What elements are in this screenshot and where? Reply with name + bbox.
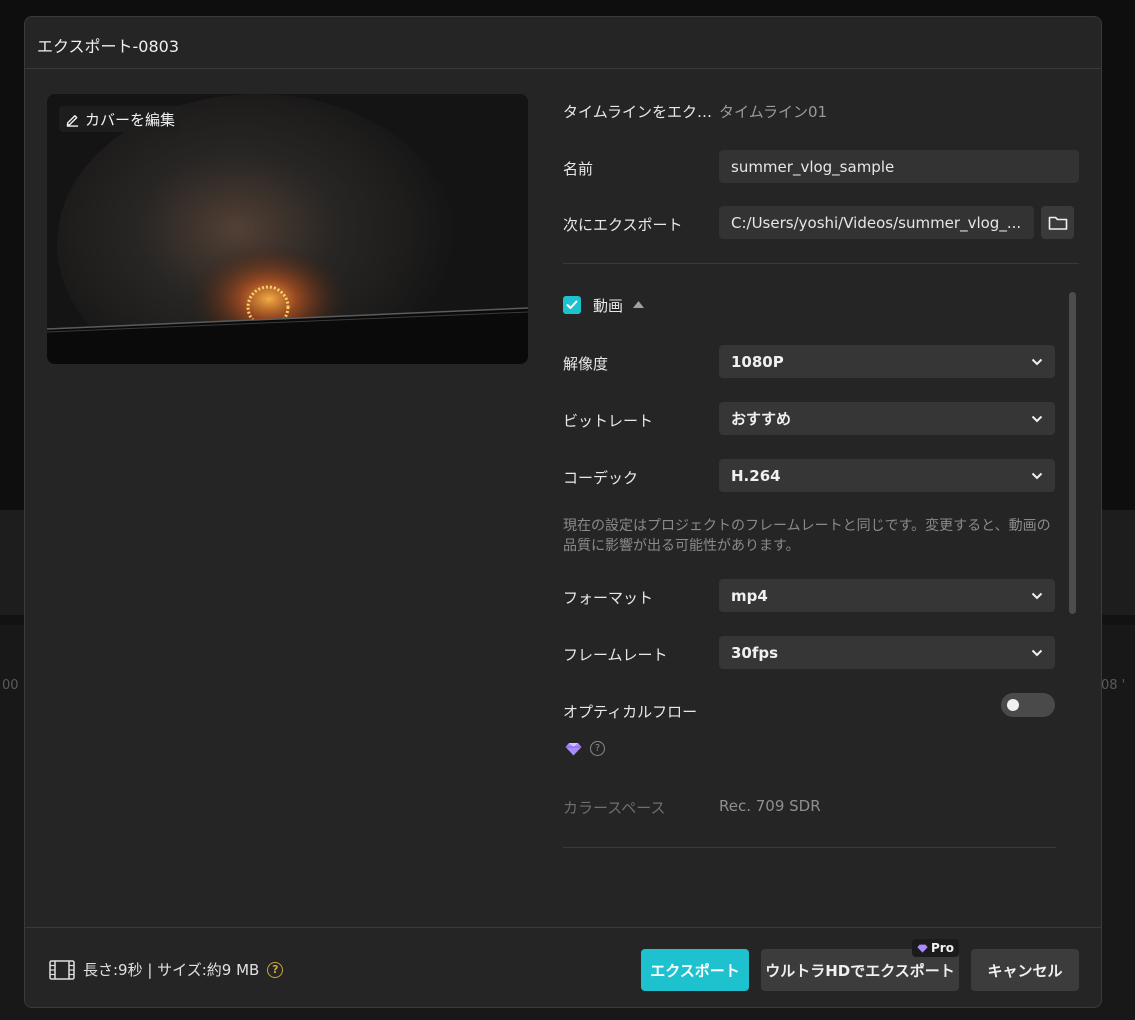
footer-divider <box>25 927 1101 928</box>
pro-label: Pro <box>931 941 954 955</box>
export-to-label: 次にエクスポート <box>563 216 683 234</box>
size-help-icon[interactable]: ? <box>267 961 284 978</box>
video-section-label: 動画 <box>593 297 624 315</box>
title-divider <box>25 68 1101 69</box>
framerate-note: 現在の設定はプロジェクトのフレームレートと同じです。変更すると、動画の品質に影響… <box>563 518 1051 554</box>
premium-diamond-icon <box>565 743 582 756</box>
browse-folder-button[interactable] <box>1041 206 1074 239</box>
cancel-button[interactable]: キャンセル <box>971 949 1079 991</box>
collapse-arrow-icon[interactable] <box>633 301 644 308</box>
edit-cover-label: カバーを編集 <box>85 110 176 129</box>
timeline-value: タイムライン01 <box>719 103 828 121</box>
resolution-value: 1080P <box>731 352 784 371</box>
resolution-select[interactable]: 1080P <box>719 345 1055 378</box>
pro-diamond-icon <box>917 944 928 953</box>
optical-flow-label: オプティカルフロー <box>563 703 698 721</box>
pencil-icon <box>66 114 79 127</box>
edit-cover-button[interactable]: カバーを編集 <box>59 106 182 132</box>
name-input[interactable]: summer_vlog_sample <box>719 150 1079 183</box>
export-button[interactable]: エクスポート <box>641 949 749 991</box>
colorspace-value: Rec. 709 SDR <box>719 797 821 815</box>
colorspace-label: カラースペース <box>563 799 666 817</box>
preview-image <box>47 94 528 364</box>
codec-value: H.264 <box>731 466 781 485</box>
bitrate-select[interactable]: おすすめ <box>719 402 1055 435</box>
check-icon <box>566 300 578 309</box>
video-checkbox[interactable] <box>563 296 581 314</box>
chevron-down-icon <box>1031 415 1043 422</box>
cover-preview[interactable]: カバーを編集 <box>47 94 528 364</box>
background-timecode-left: 00 <box>2 678 19 693</box>
bitrate-value: おすすめ <box>731 410 792 428</box>
dialog-title: エクスポート-0803 <box>37 37 180 56</box>
folder-icon <box>1048 216 1067 230</box>
settings-scrollbar[interactable] <box>1069 292 1076 614</box>
framerate-select[interactable]: 30fps <box>719 636 1055 669</box>
format-select[interactable]: mp4 <box>719 579 1055 612</box>
duration-size-text: 長さ:9秒 | サイズ:約9 MB <box>83 961 260 979</box>
film-icon <box>49 959 75 980</box>
export-info: 長さ:9秒 | サイズ:約9 MB ? <box>49 959 284 980</box>
chevron-down-icon <box>1031 358 1043 365</box>
background-timecode-right: 08 ' <box>1101 678 1126 693</box>
toggle-knob <box>1007 699 1019 711</box>
pro-badge: Pro <box>912 939 959 957</box>
bitrate-label: ビットレート <box>563 412 654 430</box>
format-value: mp4 <box>731 586 768 605</box>
codec-label: コーデック <box>563 469 639 487</box>
section-bottom-divider <box>563 847 1056 848</box>
framerate-value: 30fps <box>731 643 779 662</box>
chevron-down-icon <box>1031 649 1043 656</box>
resolution-label: 解像度 <box>563 355 609 373</box>
chevron-down-icon <box>1031 592 1043 599</box>
chevron-down-icon <box>1031 472 1043 479</box>
format-label: フォーマット <box>563 589 654 607</box>
export-path-input[interactable]: C:/Users/yoshi/Videos/summer_vlog_... <box>719 206 1034 239</box>
framerate-label: フレームレート <box>563 646 668 664</box>
name-label: 名前 <box>563 160 594 178</box>
help-icon[interactable]: ? <box>590 741 605 756</box>
optical-flow-toggle[interactable] <box>1001 693 1055 717</box>
timeline-label: タイムラインをエク… <box>563 103 712 121</box>
section-divider <box>563 263 1079 264</box>
export-dialog: エクスポート-0803 カバーを編集 タイムラインをエク… タイムライン01 名… <box>24 16 1102 1008</box>
codec-select[interactable]: H.264 <box>719 459 1055 492</box>
